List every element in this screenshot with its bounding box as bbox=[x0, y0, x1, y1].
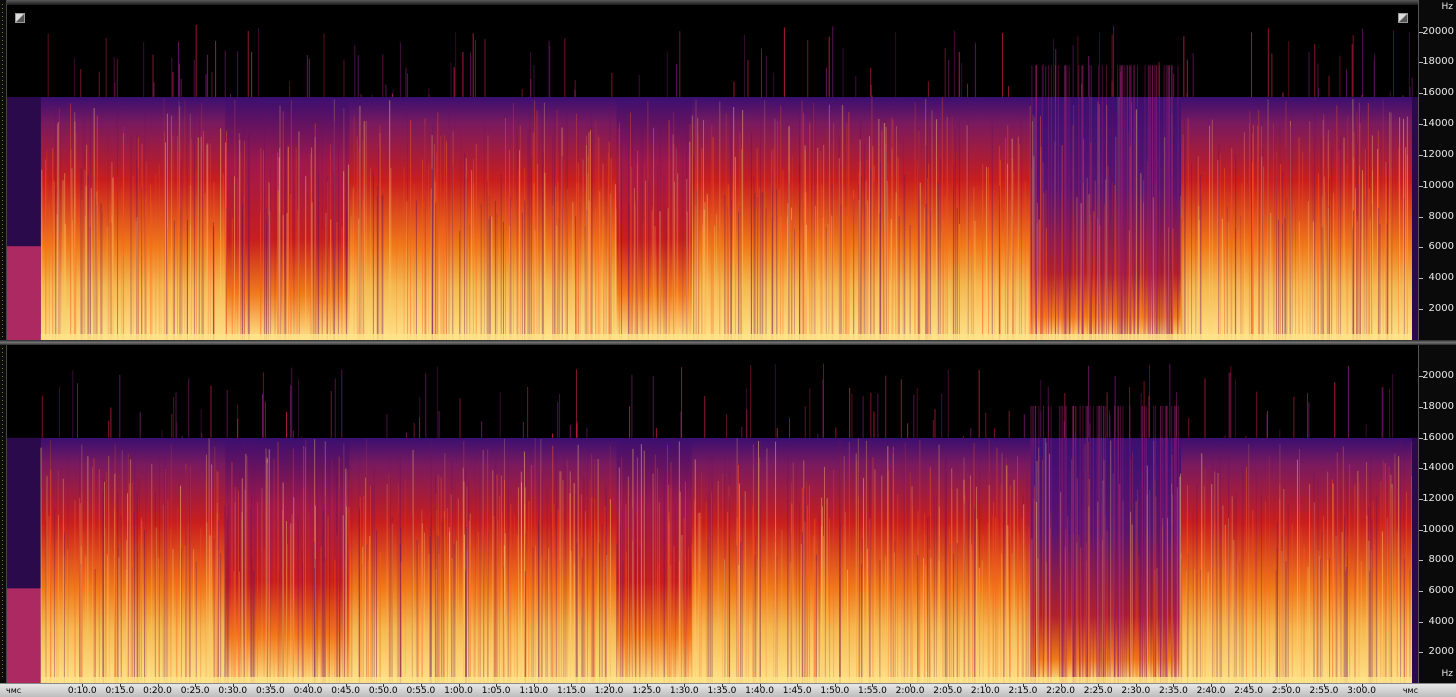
freq-tick-label: 10000 bbox=[1422, 179, 1454, 191]
freq-tick-label: 20000 bbox=[1422, 25, 1454, 37]
time-tick-label: 0:25.0 bbox=[180, 686, 210, 696]
time-tick-label: 1:40.0 bbox=[745, 686, 774, 696]
time-tick-label: 2:55.0 bbox=[1309, 686, 1339, 696]
time-tick-label: 2:25.0 bbox=[1083, 686, 1113, 696]
freq-tick-label: 6000 bbox=[1428, 241, 1454, 253]
time-tick-label: 3:00.0 bbox=[1347, 686, 1376, 696]
freq-tick-label: 4000 bbox=[1428, 272, 1454, 284]
spectrum-intro-low bbox=[7, 246, 41, 340]
time-tick-label: 0:40.0 bbox=[293, 686, 323, 696]
time-tick-label: 0:50.0 bbox=[368, 686, 398, 696]
spectrogram-canvas[interactable] bbox=[7, 345, 1418, 683]
freq-tick bbox=[1419, 278, 1423, 280]
freq-tick bbox=[1419, 560, 1423, 562]
spectral-view-window: Hz 20000 18000 16000 14000 12000 10000 8000 600… bbox=[0, 0, 1456, 697]
freq-tick-label: 12000 bbox=[1422, 493, 1454, 505]
freq-tick-label: 10000 bbox=[1422, 523, 1454, 535]
time-tick-label: 0:30.0 bbox=[218, 686, 248, 696]
freq-tick bbox=[1419, 247, 1423, 249]
freq-tick-label: 16000 bbox=[1422, 87, 1454, 99]
time-tick-label: 1:05.0 bbox=[481, 686, 511, 696]
freq-tick-label: 14000 bbox=[1422, 118, 1454, 130]
time-tick-label: 2:00.0 bbox=[895, 686, 925, 696]
freq-tick-label: 4000 bbox=[1428, 615, 1454, 627]
freq-tick-label: 18000 bbox=[1422, 401, 1454, 413]
time-tick-label: 1:45.0 bbox=[782, 686, 812, 696]
spectrum-intro-low bbox=[7, 588, 41, 683]
time-tick-label: 1:20.0 bbox=[594, 686, 624, 696]
freq-tick bbox=[1419, 309, 1423, 311]
freq-tick-label: 2000 bbox=[1428, 646, 1454, 658]
spectrogram-canvas[interactable] bbox=[7, 5, 1418, 340]
time-tick-label: 2:45.0 bbox=[1234, 686, 1264, 696]
time-ruler[interactable]: чмс чмс 0:10.0 0:15.0 0:20.0 0:25.0 0:30.0 0:… bbox=[0, 683, 1456, 697]
time-tick-label: 1:30.0 bbox=[669, 686, 699, 696]
time-tick-label: 2:10.0 bbox=[970, 686, 1000, 696]
time-tick-label: 2:15.0 bbox=[1008, 686, 1038, 696]
freq-tick-label: 6000 bbox=[1428, 585, 1454, 597]
time-tick-label: 2:05.0 bbox=[933, 686, 963, 696]
time-tick-label: 2:40.0 bbox=[1196, 686, 1226, 696]
time-tick-label: 0:15.0 bbox=[105, 686, 135, 696]
zoom-corner-button-left[interactable] bbox=[15, 13, 25, 23]
frequency-axis-bottom: Hz 20000 18000 16000 14000 12000 10000 8000 600… bbox=[1418, 345, 1456, 683]
time-tick-label: 2:35.0 bbox=[1159, 686, 1188, 696]
time-tick-label: 1:55.0 bbox=[858, 686, 887, 696]
zoom-corner-button-right[interactable] bbox=[1398, 13, 1408, 23]
ruler-unit-left: чмс bbox=[6, 686, 22, 695]
time-tick-label: 1:10.0 bbox=[519, 686, 549, 696]
freq-tick-label: 2000 bbox=[1428, 303, 1454, 315]
freq-tick-label: 8000 bbox=[1428, 210, 1454, 222]
time-tick-label: 0:45.0 bbox=[331, 686, 361, 696]
freq-tick bbox=[1419, 591, 1423, 593]
freq-tick bbox=[1419, 652, 1423, 654]
time-tick-label: 1:35.0 bbox=[707, 686, 737, 696]
time-tick-label: 2:50.0 bbox=[1271, 686, 1301, 696]
time-tick-label: 1:00.0 bbox=[444, 686, 473, 696]
freq-tick-label: 14000 bbox=[1422, 462, 1454, 474]
time-tick-label: 1:15.0 bbox=[556, 686, 586, 696]
time-tick-label: 0:35.0 bbox=[255, 686, 285, 696]
freq-unit-label-top: Hz bbox=[1441, 2, 1454, 12]
time-tick-label: 0:55.0 bbox=[406, 686, 436, 696]
ruler-unit-right: чмс bbox=[1402, 686, 1418, 695]
freq-tick bbox=[1419, 216, 1423, 218]
spectrum-body bbox=[7, 5, 1418, 340]
spectrum-dip-region bbox=[616, 5, 692, 340]
spectrogram-channel-right[interactable] bbox=[7, 345, 1418, 683]
time-tick-label: 0:20.0 bbox=[143, 686, 172, 696]
freq-tick-label: 20000 bbox=[1422, 370, 1454, 382]
time-tick-label: 0:10.0 bbox=[67, 686, 97, 696]
freq-unit-label-bottom: Hz bbox=[1441, 669, 1454, 679]
time-tick-label: 2:20.0 bbox=[1046, 686, 1075, 696]
time-tick-label: 1:50.0 bbox=[820, 686, 850, 696]
spectrogram-channel-left[interactable] bbox=[7, 5, 1418, 340]
freq-tick-label: 16000 bbox=[1422, 431, 1454, 443]
frequency-axis-top: Hz 20000 18000 16000 14000 12000 10000 8000 600… bbox=[1418, 0, 1456, 340]
freq-tick-label: 18000 bbox=[1422, 56, 1454, 68]
freq-tick-label: 8000 bbox=[1428, 554, 1454, 566]
freq-tick-label: 12000 bbox=[1422, 148, 1454, 160]
time-tick-label: 2:30.0 bbox=[1121, 686, 1151, 696]
time-tick-label: 1:25.0 bbox=[632, 686, 662, 696]
freq-tick bbox=[1419, 621, 1423, 623]
